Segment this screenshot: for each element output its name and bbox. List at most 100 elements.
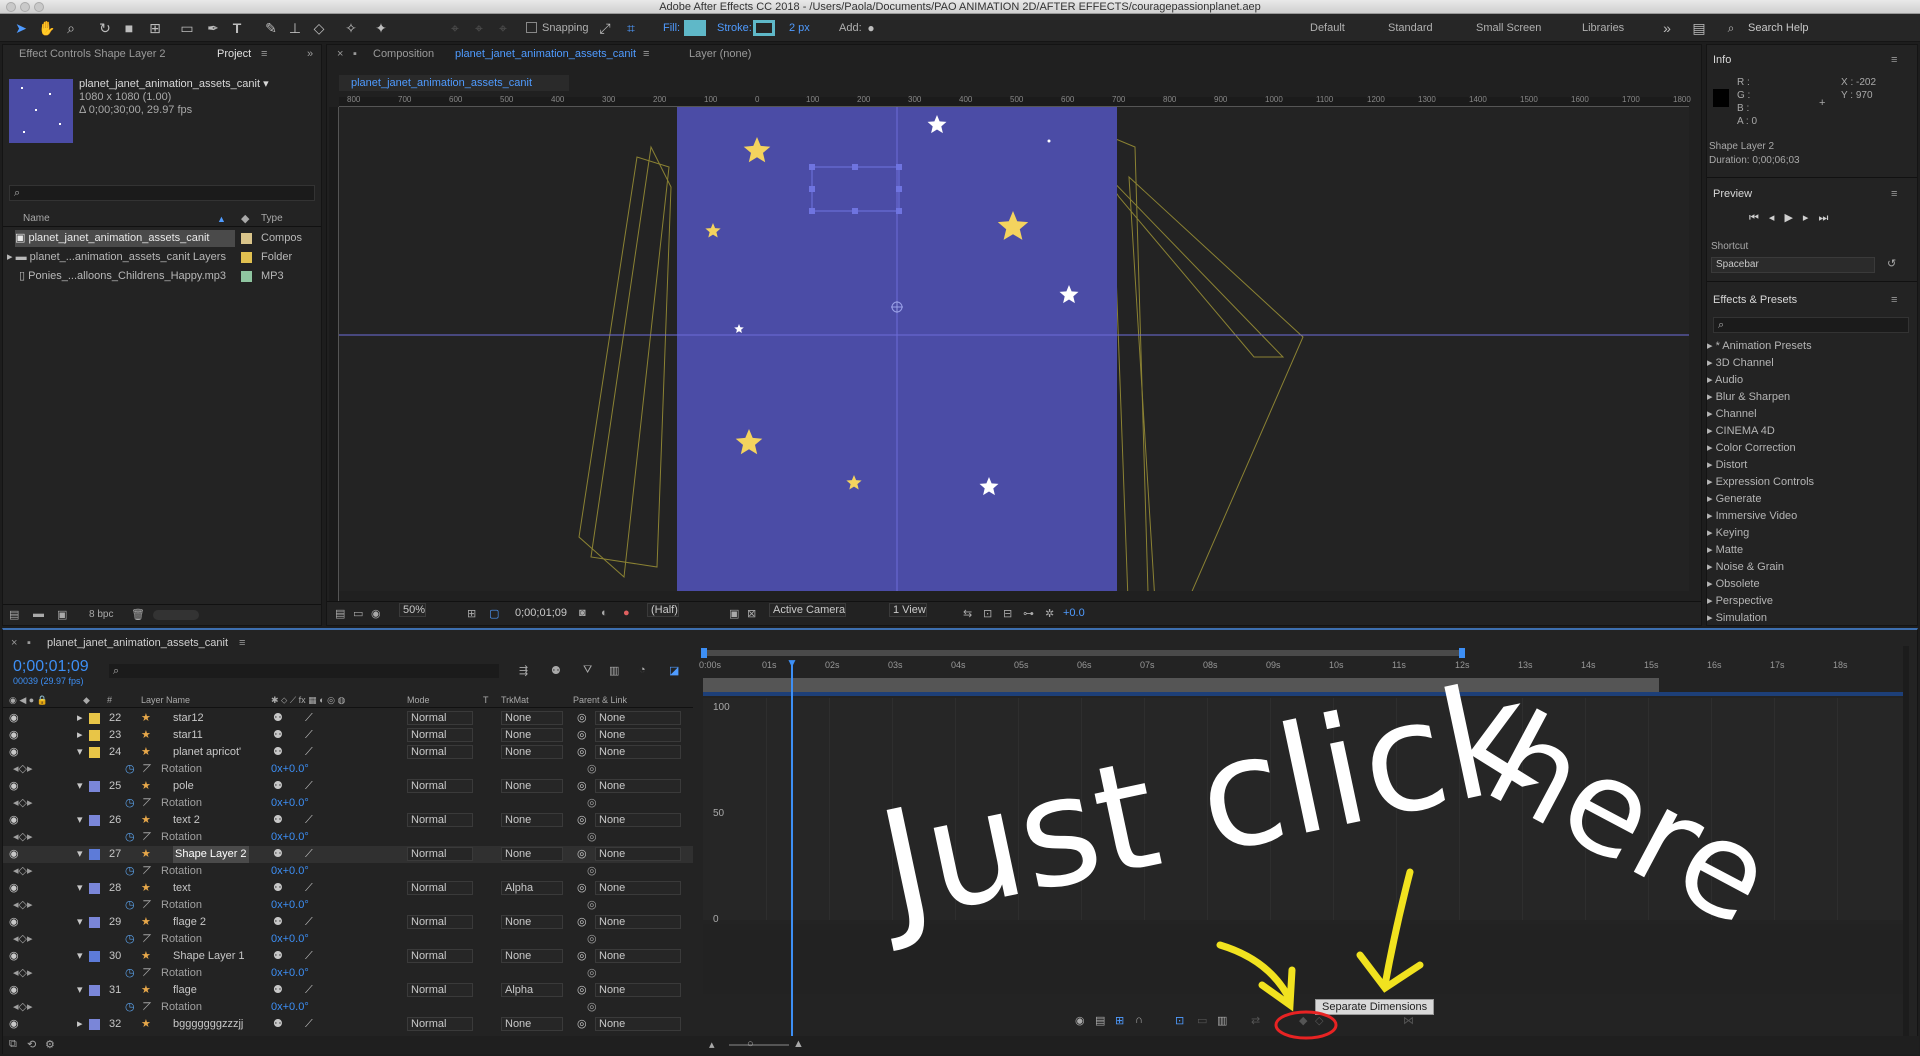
pick-whip-icon[interactable]: ◎ <box>577 982 587 999</box>
graph-toggle-icon[interactable]: ⦢ <box>143 829 151 846</box>
disclosure-triangle-icon[interactable]: ▸ <box>1707 493 1716 505</box>
t-header[interactable]: T <box>483 692 489 708</box>
label-color-swatch[interactable] <box>241 233 252 244</box>
mode-dropdown[interactable]: Normal <box>407 915 473 929</box>
type-column-header[interactable]: Type <box>261 211 283 227</box>
panel-menu-icon[interactable]: ≡ <box>1891 185 1897 203</box>
clone-stamp-tool-icon[interactable]: ⊥ <box>286 19 304 37</box>
zoom-slider-handle[interactable]: ○ <box>747 1038 754 1050</box>
eye-icon[interactable]: ◉ <box>9 710 19 727</box>
monitor-icon[interactable]: ▭ <box>353 607 363 620</box>
label-color-swatch[interactable] <box>89 730 100 741</box>
view-layout-dropdown[interactable]: 1 View <box>889 603 927 617</box>
show-properties-icon[interactable]: ◉ <box>1075 1014 1085 1027</box>
mode-dropdown[interactable]: Normal <box>407 779 473 793</box>
label-color-swatch[interactable] <box>89 713 100 724</box>
layer-name[interactable]: Shape Layer 1 <box>173 948 245 965</box>
property-row[interactable]: ◂◇▸ ◷ ⦢ Rotation 0x+0.0° ◎ <box>3 795 693 812</box>
eye-icon[interactable]: ◉ <box>9 812 19 829</box>
timeline-icon[interactable]: ⊟ <box>1003 607 1012 620</box>
layer-row[interactable]: ◉ ▾ 25 ★ pole ⚉ ⟋ Normal None ◎ None <box>3 778 693 795</box>
eye-icon[interactable]: ◉ <box>9 744 19 761</box>
disclosure-triangle-icon[interactable]: ▸ <box>1707 459 1716 471</box>
eye-icon[interactable]: ◉ <box>9 982 19 999</box>
property-value[interactable]: 0x+0.0° <box>271 999 309 1016</box>
trkmat-dropdown[interactable]: None <box>501 813 563 827</box>
effect-category-item[interactable]: ▸ Perspective <box>1707 593 1773 610</box>
graph-toggle-icon[interactable]: ⦢ <box>143 761 151 778</box>
mode-dropdown[interactable]: Normal <box>407 711 473 725</box>
expression-pickwhip-icon[interactable]: ◎ <box>587 931 597 948</box>
mode-dropdown[interactable]: Normal <box>407 813 473 827</box>
disclosure-triangle-icon[interactable]: ▸ <box>1707 510 1716 522</box>
effect-category-item[interactable]: ▸ Expression Controls <box>1707 474 1814 491</box>
effects-search-input[interactable]: ⌕ <box>1713 317 1909 333</box>
more-workspaces-icon[interactable]: » <box>1658 19 1676 37</box>
keyframe-nav-icon[interactable]: ◂◇▸ <box>13 931 33 948</box>
workspace-standard[interactable]: Standard <box>1388 14 1433 42</box>
property-value[interactable]: 0x+0.0° <box>271 795 309 812</box>
shy-switch-icon[interactable]: ⚉ <box>273 727 283 744</box>
workspace-menu-icon[interactable]: ▤ <box>1690 19 1708 37</box>
graph-toggle-icon[interactable]: ⦢ <box>143 863 151 880</box>
eye-icon[interactable]: ◉ <box>9 778 19 795</box>
shy-switch-icon[interactable]: ⚉ <box>273 710 283 727</box>
interpret-footage-icon[interactable]: ▤ <box>9 608 19 621</box>
layer-tab[interactable]: Layer (none) <box>689 45 751 63</box>
resolution-dropdown[interactable]: (Half) <box>647 603 679 617</box>
disclosure-triangle-icon[interactable]: ▾ <box>77 948 83 965</box>
pick-whip-icon[interactable]: ◎ <box>577 1016 587 1033</box>
hold-keyframe-icon[interactable]: ◆ <box>1299 1014 1307 1027</box>
panel-menu-icon[interactable]: ≡ <box>239 634 245 652</box>
label-color-swatch[interactable] <box>89 781 100 792</box>
eye-icon[interactable]: ◉ <box>9 727 19 744</box>
quality-switch-icon[interactable]: ⟋ <box>305 914 313 931</box>
previous-frame-icon[interactable]: ◂ <box>1769 212 1785 224</box>
layer-name[interactable]: flage <box>173 982 197 999</box>
parent-dropdown[interactable]: None <box>595 1017 681 1031</box>
layer-name[interactable]: star12 <box>173 710 204 727</box>
keyframe-nav-icon[interactable]: ◂◇▸ <box>13 999 33 1016</box>
property-row[interactable]: ◂◇▸ ◷ ⦢ Rotation 0x+0.0° ◎ <box>3 829 693 846</box>
pick-whip-icon[interactable]: ◎ <box>577 914 587 931</box>
effect-category-item[interactable]: ▸ Blur & Sharpen <box>1707 389 1790 406</box>
expression-pickwhip-icon[interactable]: ◎ <box>587 795 597 812</box>
brush-tool-icon[interactable]: ✎ <box>262 19 280 37</box>
mode-header[interactable]: Mode <box>407 692 430 708</box>
label-color-swatch[interactable] <box>89 985 100 996</box>
layer-name[interactable]: Shape Layer 2 <box>173 846 249 863</box>
navigator-end-handle[interactable] <box>1459 648 1465 658</box>
frame-blending-icon[interactable]: ▥ <box>609 664 619 677</box>
stopwatch-icon[interactable]: ◷ <box>125 829 135 846</box>
graph-type-icon[interactable]: ▤ <box>1095 1014 1105 1027</box>
layer-row[interactable]: ◉ ▸ 22 ★ star12 ⚉ ⟋ Normal None ◎ None <box>3 710 693 727</box>
name-column-header[interactable]: Name <box>23 211 50 227</box>
composition-tab-prefix[interactable]: Composition <box>373 45 434 63</box>
project-item-folder[interactable]: ▸ ▬ planet_...animation_assets_canit Lay… <box>7 249 226 266</box>
color-channel-icon[interactable]: ● <box>623 607 630 619</box>
keyframe-nav-icon[interactable]: ◂◇▸ <box>13 897 33 914</box>
always-preview-icon[interactable]: ▤ <box>335 607 345 620</box>
current-time-indicator[interactable] <box>791 662 793 1050</box>
label-color-swatch[interactable] <box>89 917 100 928</box>
stroke-width-value[interactable]: 2 px <box>789 14 810 42</box>
eye-icon[interactable]: ◉ <box>9 1016 19 1033</box>
new-composition-icon[interactable]: ▣ <box>57 608 67 621</box>
next-frame-icon[interactable]: ▸ <box>1803 212 1819 224</box>
pick-whip-icon[interactable]: ◎ <box>577 812 587 829</box>
fit-icon[interactable]: ⊞ <box>467 607 476 620</box>
trkmat-dropdown[interactable]: None <box>501 915 563 929</box>
effect-category-item[interactable]: ▸ * Animation Presets <box>1707 338 1812 355</box>
fill-color-swatch[interactable] <box>684 20 706 36</box>
rectangle-tool-icon[interactable]: ▭ <box>178 19 196 37</box>
layer-name-header[interactable]: Layer Name <box>141 692 190 708</box>
new-folder-icon[interactable]: ▬ <box>33 608 44 620</box>
quality-switch-icon[interactable]: ⟋ <box>305 710 313 727</box>
puppet-tool-icon[interactable]: ✦ <box>372 19 390 37</box>
vertical-ruler[interactable] <box>329 107 339 607</box>
quality-switch-icon[interactable]: ⟋ <box>305 1016 313 1033</box>
zoom-window-button[interactable] <box>34 2 44 12</box>
snapping-checkbox[interactable] <box>526 22 537 33</box>
first-frame-icon[interactable]: ⏮ <box>1749 212 1769 224</box>
world-axis-icon[interactable]: ⌖ <box>470 19 488 37</box>
